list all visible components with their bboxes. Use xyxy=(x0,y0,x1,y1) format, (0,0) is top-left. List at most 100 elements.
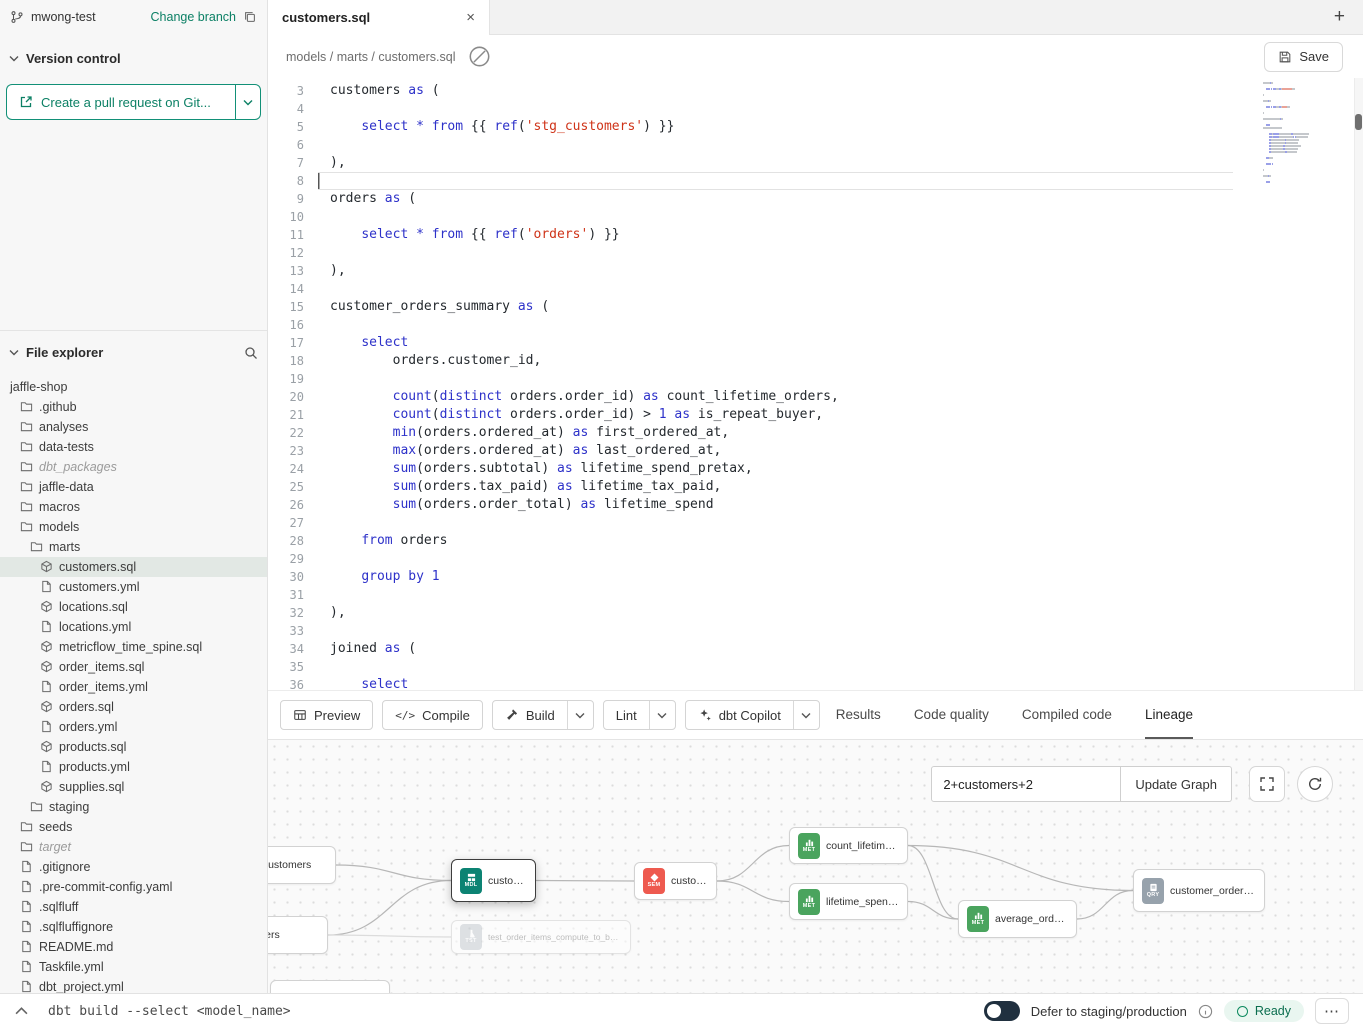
tree-item-supplies-sql[interactable]: supplies.sql xyxy=(0,777,267,797)
file-explorer-header[interactable]: File explorer xyxy=(0,341,267,365)
lineage-node-customers-model[interactable]: MDLcustomers xyxy=(451,859,536,902)
tree-item-order-items-sql[interactable]: order_items.sql xyxy=(0,657,267,677)
tree-item-label: locations.yml xyxy=(59,620,131,634)
tree-item--github[interactable]: .github xyxy=(0,397,267,417)
tree-item-target[interactable]: target xyxy=(0,837,267,857)
tree-item-staging[interactable]: staging xyxy=(0,797,267,817)
lineage-node-average-order-value[interactable]: METaverage_order_value xyxy=(958,900,1077,938)
lineage-node-test-order-items[interactable]: TSTtest_order_items_compute_to_bools... xyxy=(451,920,631,954)
model-file-icon xyxy=(40,640,53,653)
lineage-panel[interactable]: Update Graph MDLstg_customers MDLorders MD… xyxy=(268,740,1363,993)
update-graph-button[interactable]: Update Graph xyxy=(1121,766,1232,802)
file-icon xyxy=(40,620,53,633)
tree-item-jaffle-data[interactable]: jaffle-data xyxy=(0,477,267,497)
lint-button[interactable]: Lint xyxy=(604,701,649,729)
tree-item--gitignore[interactable]: .gitignore xyxy=(0,857,267,877)
fullscreen-button[interactable] xyxy=(1249,766,1285,802)
file-explorer-section: File explorer jaffle-shop.github analyses… xyxy=(0,330,267,993)
tree-item-macros[interactable]: macros xyxy=(0,497,267,517)
info-icon[interactable] xyxy=(1198,1004,1213,1019)
tree-item-marts[interactable]: marts xyxy=(0,537,267,557)
refresh-button[interactable] xyxy=(1297,766,1333,802)
panel-tab-lineage[interactable]: Lineage xyxy=(1145,691,1193,739)
build-dropdown[interactable] xyxy=(567,701,593,729)
tree-item-seeds[interactable]: seeds xyxy=(0,817,267,837)
panel-tab-code-quality[interactable]: Code quality xyxy=(914,691,989,739)
lineage-node-customer-order-metrics[interactable]: QRYcustomer_order_metrics xyxy=(1133,869,1265,912)
tree-item-locations-yml[interactable]: locations.yml xyxy=(0,617,267,637)
tree-item-orders-yml[interactable]: orders.yml xyxy=(0,717,267,737)
tree-item-models[interactable]: models xyxy=(0,517,267,537)
lineage-node-customers-semantic[interactable]: SEMcustomers xyxy=(634,862,717,900)
tree-item-readme-md[interactable]: README.md xyxy=(0,937,267,957)
lint-dropdown[interactable] xyxy=(649,701,675,729)
copilot-dropdown[interactable] xyxy=(793,701,819,729)
close-icon[interactable]: × xyxy=(466,10,475,25)
tree-item-customers-yml[interactable]: customers.yml xyxy=(0,577,267,597)
new-tab-button[interactable]: + xyxy=(1334,6,1345,28)
lineage-selector-input[interactable] xyxy=(931,766,1121,802)
tree-item-dbt-packages[interactable]: dbt_packages xyxy=(0,457,267,477)
tree-item-label: dbt_project.yml xyxy=(39,980,124,993)
results-panel-tabs: Results Code quality Compiled code Lineage xyxy=(836,691,1193,739)
lineage-node-label: orders xyxy=(268,929,280,941)
code-line-36: 36 select xyxy=(268,676,1363,690)
tree-item-products-sql[interactable]: products.sql xyxy=(0,737,267,757)
tree-item-orders-sql[interactable]: orders.sql xyxy=(0,697,267,717)
tree-item-taskfile-yml[interactable]: Taskfile.yml xyxy=(0,957,267,977)
tree-item-data-tests[interactable]: data-tests xyxy=(0,437,267,457)
code-line-23: 23 max(orders.ordered_at) as last_ordere… xyxy=(268,442,1363,460)
editor-scrollbar[interactable] xyxy=(1354,78,1363,690)
minimap[interactable] xyxy=(1263,82,1343,184)
tree-item-dbt-project-yml[interactable]: dbt_project.yml xyxy=(0,977,267,993)
save-button[interactable]: Save xyxy=(1264,42,1343,72)
breadcrumb-bar: models / marts / customers.sql Save xyxy=(268,35,1363,78)
tree-item-analyses[interactable]: analyses xyxy=(0,417,267,437)
preview-button[interactable]: Preview xyxy=(280,700,373,730)
compile-button[interactable]: </> Compile xyxy=(382,700,483,730)
status-badge[interactable]: Ready xyxy=(1224,1000,1304,1022)
folder-icon xyxy=(30,540,43,553)
code-editor[interactable]: 3customers as (45 select * from {{ ref('… xyxy=(268,78,1363,690)
lineage-node-count-lifetime-orders[interactable]: METcount_lifetime_orders xyxy=(789,827,908,864)
tab-customers-sql[interactable]: customers.sql × xyxy=(268,0,490,35)
version-control-header[interactable]: Version control xyxy=(0,46,267,70)
lineage-node-lifetime-spend-pretax[interactable]: METlifetime_spend_pretax xyxy=(789,883,908,920)
tree-item--pre-commit-config-yaml[interactable]: .pre-commit-config.yaml xyxy=(0,877,267,897)
create-pr-dropdown[interactable] xyxy=(235,84,261,120)
copy-icon[interactable] xyxy=(243,10,257,24)
expand-panel-button[interactable] xyxy=(10,1000,32,1022)
search-icon[interactable] xyxy=(244,346,258,360)
lint-label: Lint xyxy=(616,708,637,723)
change-branch-link[interactable]: Change branch xyxy=(151,10,236,24)
lineage-node-stg-customers[interactable]: MDLstg_customers xyxy=(268,846,336,884)
tree-item-locations-sql[interactable]: locations.sql xyxy=(0,597,267,617)
tree-item-label: orders.sql xyxy=(59,700,114,714)
copilot-button[interactable]: dbt Copilot xyxy=(686,701,793,729)
tab-bar: customers.sql × + xyxy=(268,0,1363,35)
tree-item-label: analyses xyxy=(39,420,88,434)
command-input[interactable]: dbt build --select <model_name> xyxy=(48,1004,291,1019)
scrollbar-thumb[interactable] xyxy=(1355,114,1362,130)
slash-circle-icon[interactable] xyxy=(468,45,491,68)
create-pr-button[interactable]: Create a pull request on Git... xyxy=(6,84,235,120)
tree-item-label: seeds xyxy=(39,820,72,834)
tree-item-label: .pre-commit-config.yaml xyxy=(39,880,172,894)
build-button[interactable]: Build xyxy=(493,701,567,729)
breadcrumb: models / marts / customers.sql xyxy=(286,50,456,64)
tree-item-metricflow-time-spine-sql[interactable]: metricflow_time_spine.sql xyxy=(0,637,267,657)
tree-item-jaffle-shop[interactable]: jaffle-shop xyxy=(0,377,267,397)
panel-tab-compiled-code[interactable]: Compiled code xyxy=(1022,691,1112,739)
file-icon xyxy=(40,720,53,733)
more-options-button[interactable]: ⋯ xyxy=(1315,998,1349,1024)
defer-toggle[interactable] xyxy=(984,1001,1020,1021)
panel-tab-results[interactable]: Results xyxy=(836,691,881,739)
lineage-node-partial-node[interactable] xyxy=(270,980,390,993)
tree-item--sqlfluff[interactable]: .sqlfluff xyxy=(0,897,267,917)
tree-item-products-yml[interactable]: products.yml xyxy=(0,757,267,777)
lineage-node-orders[interactable]: MDLorders xyxy=(268,916,328,954)
tree-item-label: supplies.sql xyxy=(59,780,124,794)
tree-item-order-items-yml[interactable]: order_items.yml xyxy=(0,677,267,697)
tree-item--sqlfluffignore[interactable]: .sqlfluffignore xyxy=(0,917,267,937)
tree-item-customers-sql[interactable]: customers.sql xyxy=(0,557,267,577)
